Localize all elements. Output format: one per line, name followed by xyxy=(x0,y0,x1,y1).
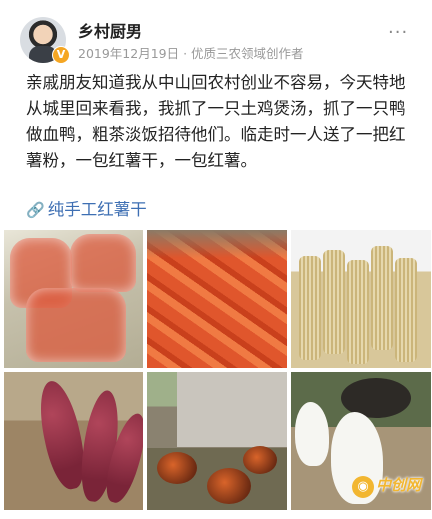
verified-badge-icon: V xyxy=(52,46,70,64)
post-text: 亲戚朋友知道我从中山回农村创业不容易，今天特地从城里回来看我，我抓了一只土鸡煲汤… xyxy=(26,73,406,170)
topic-label: 纯手工红薯干 xyxy=(47,200,147,219)
photo-chickens[interactable] xyxy=(147,372,287,510)
more-dots-icon[interactable]: ··· xyxy=(388,22,408,43)
post-meta: 2019年12月19日 · 优质三农领域创作者 xyxy=(78,46,304,61)
photo-sweet-potato-noodle-bags[interactable] xyxy=(4,230,143,368)
link-icon: 🔗 xyxy=(26,201,45,219)
author-name[interactable]: 乡村厨男 xyxy=(78,18,142,42)
photo-grid xyxy=(4,230,432,512)
topic-link[interactable]: 🔗 纯手工红薯干 xyxy=(26,196,147,220)
photo-sweet-potato-noodles[interactable] xyxy=(291,230,431,368)
photo-dried-sweet-potato[interactable] xyxy=(147,230,287,368)
photo-sweet-potatoes[interactable] xyxy=(4,372,143,510)
watermark-logo: ◉ 中创网 xyxy=(352,474,421,498)
